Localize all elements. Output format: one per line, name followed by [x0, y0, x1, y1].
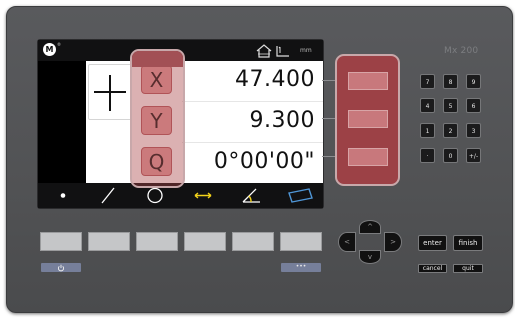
nav-left-button[interactable]: <: [338, 232, 356, 252]
rectangle-icon[interactable]: [280, 183, 320, 208]
x-axis-value: 47.400: [235, 67, 315, 92]
brand-logo: M: [43, 43, 56, 56]
axis-highlight-overlay: [130, 49, 185, 188]
softkey-1[interactable]: [348, 72, 388, 90]
logo-registered-mark: ®: [57, 42, 61, 47]
function-key-6[interactable]: [280, 232, 322, 251]
keypad-5[interactable]: 5: [443, 98, 458, 113]
nav-down-button[interactable]: v: [359, 250, 381, 264]
function-key-2[interactable]: [88, 232, 130, 251]
function-key-1[interactable]: [40, 232, 82, 251]
units-label: mm: [300, 47, 312, 54]
softkey-3[interactable]: [348, 148, 388, 166]
row-divider: [182, 142, 323, 143]
softkey-pointer: [322, 80, 336, 81]
point-icon[interactable]: [43, 183, 83, 208]
power-icon: [57, 264, 65, 271]
angle-icon[interactable]: [231, 183, 271, 208]
keypad-0[interactable]: 0: [443, 148, 458, 163]
keypad-7[interactable]: 7: [420, 74, 435, 89]
home-icon[interactable]: [255, 44, 273, 58]
model-label: Mx 200: [444, 46, 479, 56]
keypad-4[interactable]: 4: [420, 98, 435, 113]
keypad-8[interactable]: 8: [443, 74, 458, 89]
softkey-pointer: [322, 156, 336, 157]
softkey-panel: [335, 54, 400, 186]
axis-highlight-cap: [132, 51, 183, 67]
datum-icon[interactable]: [275, 44, 292, 58]
crosshair-probe-icon[interactable]: [88, 64, 132, 120]
function-key-3[interactable]: [136, 232, 178, 251]
function-key-4[interactable]: [184, 232, 226, 251]
keypad-6[interactable]: 6: [466, 98, 481, 113]
crosshair-vertical: [109, 75, 111, 111]
keypad-9[interactable]: 9: [466, 74, 481, 89]
nav-up-button[interactable]: ^: [359, 220, 381, 234]
distance-icon[interactable]: [183, 183, 223, 208]
function-key-5[interactable]: [232, 232, 274, 251]
nav-right-button[interactable]: >: [384, 232, 402, 252]
softkey-pointer: [322, 118, 336, 119]
keypad-1[interactable]: 1: [420, 123, 435, 138]
menu-button[interactable]: •••: [281, 263, 321, 272]
y-axis-value: 9.300: [249, 108, 315, 133]
keypad-decimal[interactable]: ·: [420, 148, 435, 163]
finish-button[interactable]: finish: [453, 235, 483, 251]
power-button[interactable]: [41, 263, 81, 272]
keypad-plus-minus[interactable]: +/-: [466, 148, 481, 163]
keypad-3[interactable]: 3: [466, 123, 481, 138]
display-black-area: [38, 61, 86, 183]
line-icon[interactable]: [88, 183, 128, 208]
cancel-button[interactable]: cancel: [418, 264, 447, 273]
q-axis-value: 0°00'00": [213, 149, 315, 174]
quit-button[interactable]: quit: [453, 264, 483, 273]
softkey-2[interactable]: [348, 110, 388, 128]
row-divider: [182, 101, 323, 102]
keypad-2[interactable]: 2: [443, 123, 458, 138]
enter-button[interactable]: enter: [418, 235, 447, 251]
